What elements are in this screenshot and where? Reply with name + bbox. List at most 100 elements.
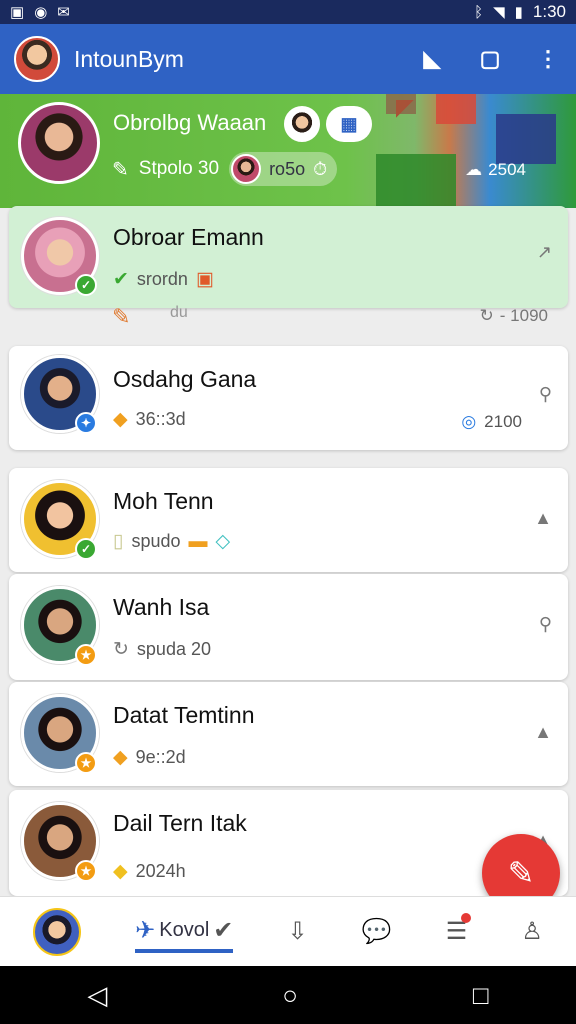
nav-chat[interactable]: 💬 xyxy=(362,917,392,946)
pill-text: ro5o xyxy=(269,158,306,179)
arrow-icon[interactable]: ↗ xyxy=(537,242,552,263)
photo-icon: ▣ xyxy=(10,3,25,21)
signal-icon: ▮ xyxy=(514,3,523,21)
nav-alerts[interactable]: ♙ xyxy=(521,917,543,946)
hero-stat-text: Stpolo 30 xyxy=(138,158,220,179)
share-icon[interactable]: ◣ xyxy=(418,45,446,73)
leaf-icon: ✎ xyxy=(112,158,129,181)
nav-news[interactable]: ☰ xyxy=(446,913,472,946)
star-badge-icon: ★ xyxy=(75,752,97,774)
list-item[interactable]: ★ Wanh Isa ↻ spuda 20 ⚲ xyxy=(9,574,568,680)
box-icon: ▯ xyxy=(113,531,124,552)
box-icon: ◆ xyxy=(113,409,128,430)
contact-meta: ▯ spudo ▬ ◇ xyxy=(113,530,230,553)
hero-stat-row: ✎ Stpolo 30 ro5o ⏱ xyxy=(112,152,338,186)
meta-text: 9e::2d xyxy=(135,747,186,767)
contact-name: Moh Tenn xyxy=(113,488,214,514)
app-bar: IntounBym ◣ ▢ ⋮ xyxy=(0,24,576,94)
list-item[interactable]: ✦ Osdahg Gana ◆ 36::3d ◎ 2100 ⚲ xyxy=(9,346,568,450)
ticket-icon: ▬ xyxy=(188,530,208,552)
check-circle-icon: ✔ xyxy=(213,917,234,944)
lock-icon[interactable]: ▲ xyxy=(534,508,552,529)
friend-avatar-chip[interactable] xyxy=(284,106,320,142)
refresh-icon: ↻ xyxy=(113,639,129,660)
divider-right-text: - 1090 xyxy=(499,306,548,325)
download-icon: ⇩ xyxy=(287,918,308,945)
hero-right-text: 2504 xyxy=(488,160,526,179)
back-icon[interactable]: ◁ xyxy=(87,980,107,1011)
target-icon: ◎ xyxy=(461,412,477,431)
meta-text: srordn xyxy=(136,269,188,289)
hero-banner[interactable]: Obrolbg Waaan ▦ ✎ Stpolo 30 ro5o ⏱ ☁ 250… xyxy=(0,94,576,208)
nav-home-label: Kovol xyxy=(159,919,210,941)
list-divider-row: ✎ du ↻ - 1090 xyxy=(0,302,576,344)
hero-right-stat: ☁ 2504 xyxy=(465,160,526,180)
meta-text: spuda 20 xyxy=(136,639,211,659)
online-badge-icon: ✦ xyxy=(75,412,97,434)
mail-icon: ✉ xyxy=(57,3,70,21)
map-icon: ✈ xyxy=(135,917,156,944)
contact-name: Obroar Emann xyxy=(113,224,264,250)
edit-icon: ✎ xyxy=(507,855,535,891)
list-item[interactable]: ★ Datat Temtinn ◆ 9e::2d ▲ xyxy=(9,682,568,786)
list-item[interactable]: ✓ Obroar Emann ✔ srordn ▣ ↗ xyxy=(9,206,568,308)
pencil-icon: ✎ xyxy=(112,304,131,329)
nav-profile[interactable] xyxy=(33,907,82,956)
bluetooth-icon: ᛒ xyxy=(474,3,484,21)
online-badge-icon: ✓ xyxy=(75,538,97,560)
star-badge-icon: ★ xyxy=(75,860,97,882)
wifi-icon: ◥ xyxy=(493,3,505,21)
profile-avatar xyxy=(33,907,82,956)
nav-download[interactable]: ⇩ xyxy=(288,917,308,946)
search-icon[interactable]: ⚲ xyxy=(539,384,552,405)
list-item[interactable]: ✓ Moh Tenn ▯ spudo ▬ ◇ ▲ xyxy=(9,468,568,572)
clock-time: 1:30 xyxy=(532,2,566,21)
cube-icon: ◇ xyxy=(215,531,231,552)
meta-text: spudo xyxy=(131,531,181,551)
hero-pill[interactable]: ro5o ⏱ xyxy=(229,152,338,186)
contact-name: Datat Temtinn xyxy=(113,702,255,728)
more-vert-icon[interactable]: ⋮ xyxy=(534,45,562,73)
gift-icon: ▣ xyxy=(195,269,214,290)
recents-icon[interactable]: □ xyxy=(473,980,489,1011)
profile-avatar[interactable] xyxy=(14,36,60,82)
contact-list: ✓ Obroar Emann ✔ srordn ▣ ↗ ✎ du ↻ - 1090… xyxy=(0,206,576,896)
lock-icon[interactable]: ▲ xyxy=(534,722,552,743)
contact-name: Osdahg Gana xyxy=(113,366,257,392)
contact-meta: ◆ 9e::2d xyxy=(113,746,186,769)
bell-icon: ♙ xyxy=(521,918,543,945)
nav-home[interactable]: ✈ Kovol ✔ xyxy=(135,916,234,953)
hero-name: Obrolbg Waaan xyxy=(113,110,267,135)
home-icon[interactable]: ○ xyxy=(282,980,298,1011)
contact-name: Wanh Isa xyxy=(113,594,210,620)
hero-avatar[interactable] xyxy=(18,102,100,184)
app-title: IntounBym xyxy=(74,45,184,72)
bottom-nav: ✈ Kovol ✔ ⇩ 💬 ☰ ♙ xyxy=(0,896,576,966)
online-badge-icon: ✓ xyxy=(75,274,97,296)
timer-icon: ⏱ xyxy=(313,158,328,179)
contact-name: Dail Tern Itak xyxy=(113,810,247,836)
divider-text: du xyxy=(170,304,188,321)
calendar-icon[interactable]: ▦ xyxy=(326,106,372,142)
box-icon: ◆ xyxy=(113,747,128,768)
box-icon: ◆ xyxy=(113,861,128,882)
refresh-icon: ↻ xyxy=(479,306,494,325)
extra-text: 2100 xyxy=(484,412,522,431)
contact-meta: ↻ spuda 20 xyxy=(113,638,211,661)
contact-extra: ◎ 2100 xyxy=(461,412,522,432)
square-icon[interactable]: ▢ xyxy=(476,45,504,73)
notification-dot xyxy=(461,913,472,923)
contact-meta: ◆ 36::3d xyxy=(113,408,186,431)
status-bar: ▣ ◉ ✉ ᛒ ◥ ▮ 1:30 xyxy=(0,0,576,24)
pill-avatar xyxy=(231,154,262,184)
village-illustration xyxy=(376,94,576,208)
system-nav-bar: ◁ ○ □ xyxy=(0,966,576,1024)
star-badge-icon: ★ xyxy=(75,644,97,666)
cloud-icon: ☁ xyxy=(465,160,483,179)
circle-icon: ◉ xyxy=(34,3,48,21)
divider-right: ↻ - 1090 xyxy=(480,306,548,326)
pin-icon[interactable]: ⚲ xyxy=(539,614,552,635)
chat-icon: 💬 xyxy=(361,918,392,945)
leaf-icon: ✔ xyxy=(113,269,129,290)
meta-text: 36::3d xyxy=(135,409,186,429)
